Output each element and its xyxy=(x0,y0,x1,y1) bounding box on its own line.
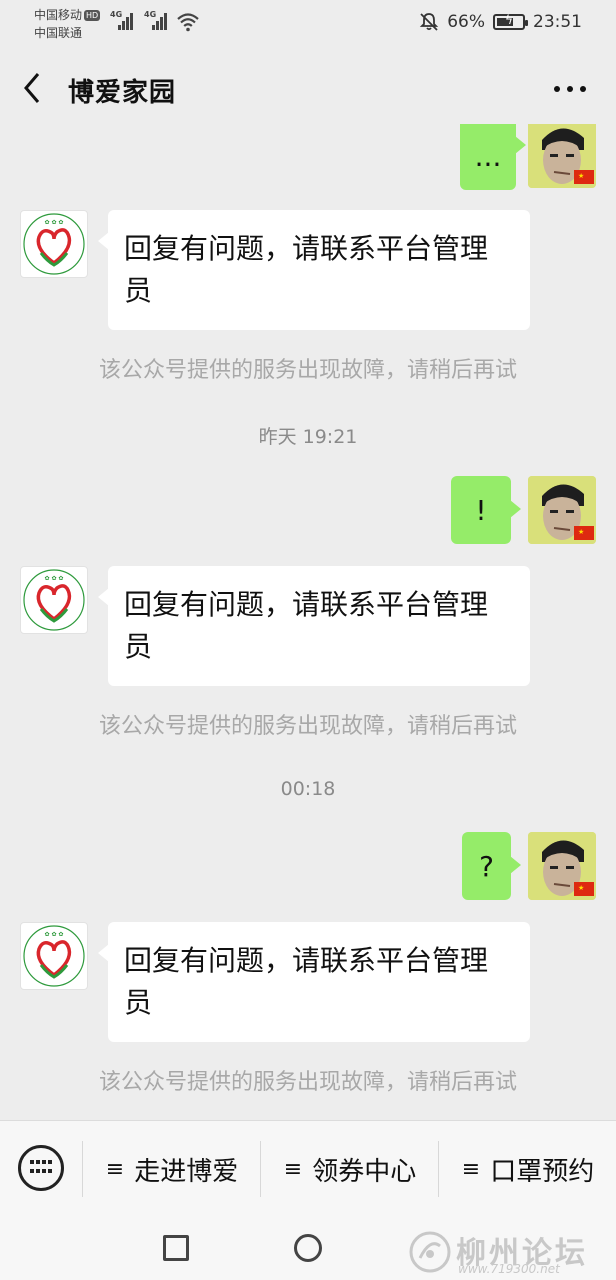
incoming-message[interactable]: 回复有问题，请联系平台管理员 xyxy=(98,566,530,686)
battery-percent: 66% xyxy=(447,12,485,32)
menu-lines-icon: ≡ xyxy=(105,1156,125,1182)
carrier-2: 中国联通 xyxy=(34,26,83,40)
menu-divider xyxy=(438,1141,439,1197)
timestamp: 昨天 19:21 xyxy=(258,426,358,448)
page-title: 博爱家园 xyxy=(68,78,177,108)
keyboard-toggle-icon[interactable] xyxy=(18,1145,64,1191)
back-arrow-icon[interactable] xyxy=(16,70,48,106)
svg-text:★: ★ xyxy=(578,528,584,536)
home-button[interactable] xyxy=(294,1234,322,1262)
svg-text:✿ ✿ ✿: ✿ ✿ ✿ xyxy=(45,575,64,582)
system-notice: 该公众号提供的服务出现故障，请稍后再试 xyxy=(98,1070,517,1095)
message-list[interactable]: ... ★ ✿ ✿ ✿ 回复有问题，请联系平台管理员 该公众号提供的服务出现故障… xyxy=(0,124,616,1120)
forum-watermark: 柳州论坛 www.719300.net xyxy=(404,1228,614,1276)
menu-divider xyxy=(260,1141,261,1197)
mute-bell-icon xyxy=(420,13,439,31)
timestamp: 00:18 xyxy=(280,778,336,800)
account-menu-bar: ≡ 走进博爱 ≡ 领券中心 ≡ 口罩预约 xyxy=(0,1120,616,1216)
outgoing-message[interactable]: ! xyxy=(451,476,521,544)
user-avatar[interactable]: ★ xyxy=(528,476,596,544)
menu-lines-icon: ≡ xyxy=(283,1156,303,1182)
incoming-message[interactable]: 回复有问题，请联系平台管理员 xyxy=(98,210,530,330)
svg-text:✿ ✿ ✿: ✿ ✿ ✿ xyxy=(45,219,64,226)
svg-text:★: ★ xyxy=(578,884,584,892)
menu-item-mask-booking[interactable]: ≡ 口罩预约 xyxy=(440,1139,616,1199)
menu-lines-icon: ≡ xyxy=(461,1156,481,1182)
outgoing-message[interactable]: ? xyxy=(462,832,521,900)
user-avatar[interactable]: ★ xyxy=(528,124,596,188)
menu-item-about[interactable]: ≡ 走进博爱 xyxy=(84,1139,260,1199)
menu-divider xyxy=(82,1141,83,1197)
hd-badge: HD xyxy=(84,10,101,21)
battery-icon: ϟ xyxy=(493,13,528,30)
menu-item-coupons[interactable]: ≡ 领券中心 xyxy=(262,1139,438,1199)
watermark-logo-icon xyxy=(409,1231,451,1273)
svg-text:✿ ✿ ✿: ✿ ✿ ✿ xyxy=(45,931,64,938)
system-notice: 该公众号提供的服务出现故障，请稍后再试 xyxy=(98,714,517,739)
official-account-logo[interactable]: ✿ ✿ ✿ xyxy=(20,566,88,634)
carrier-1: 中国移动 HD xyxy=(34,8,101,22)
official-account-logo[interactable]: ✿ ✿ ✿ xyxy=(20,210,88,278)
official-account-logo[interactable]: ✿ ✿ ✿ xyxy=(20,922,88,990)
system-notice: 该公众号提供的服务出现故障，请稍后再试 xyxy=(98,358,517,383)
outgoing-message[interactable]: ... xyxy=(460,124,526,190)
wifi-icon xyxy=(177,13,199,32)
watermark-url: www.719300.net xyxy=(458,1262,560,1276)
recent-apps-button[interactable] xyxy=(163,1235,189,1261)
svg-text:★: ★ xyxy=(578,172,584,180)
incoming-message[interactable]: 回复有问题，请联系平台管理员 xyxy=(98,922,530,1042)
more-options-icon[interactable] xyxy=(554,86,586,92)
user-avatar[interactable]: ★ xyxy=(528,832,596,900)
status-bar: 中国移动 HD 中国联通 4G 4G 66% ϟ 23:51 xyxy=(34,8,582,40)
clock: 23:51 xyxy=(533,12,582,32)
chat-header: 博爱家园 xyxy=(0,52,616,124)
